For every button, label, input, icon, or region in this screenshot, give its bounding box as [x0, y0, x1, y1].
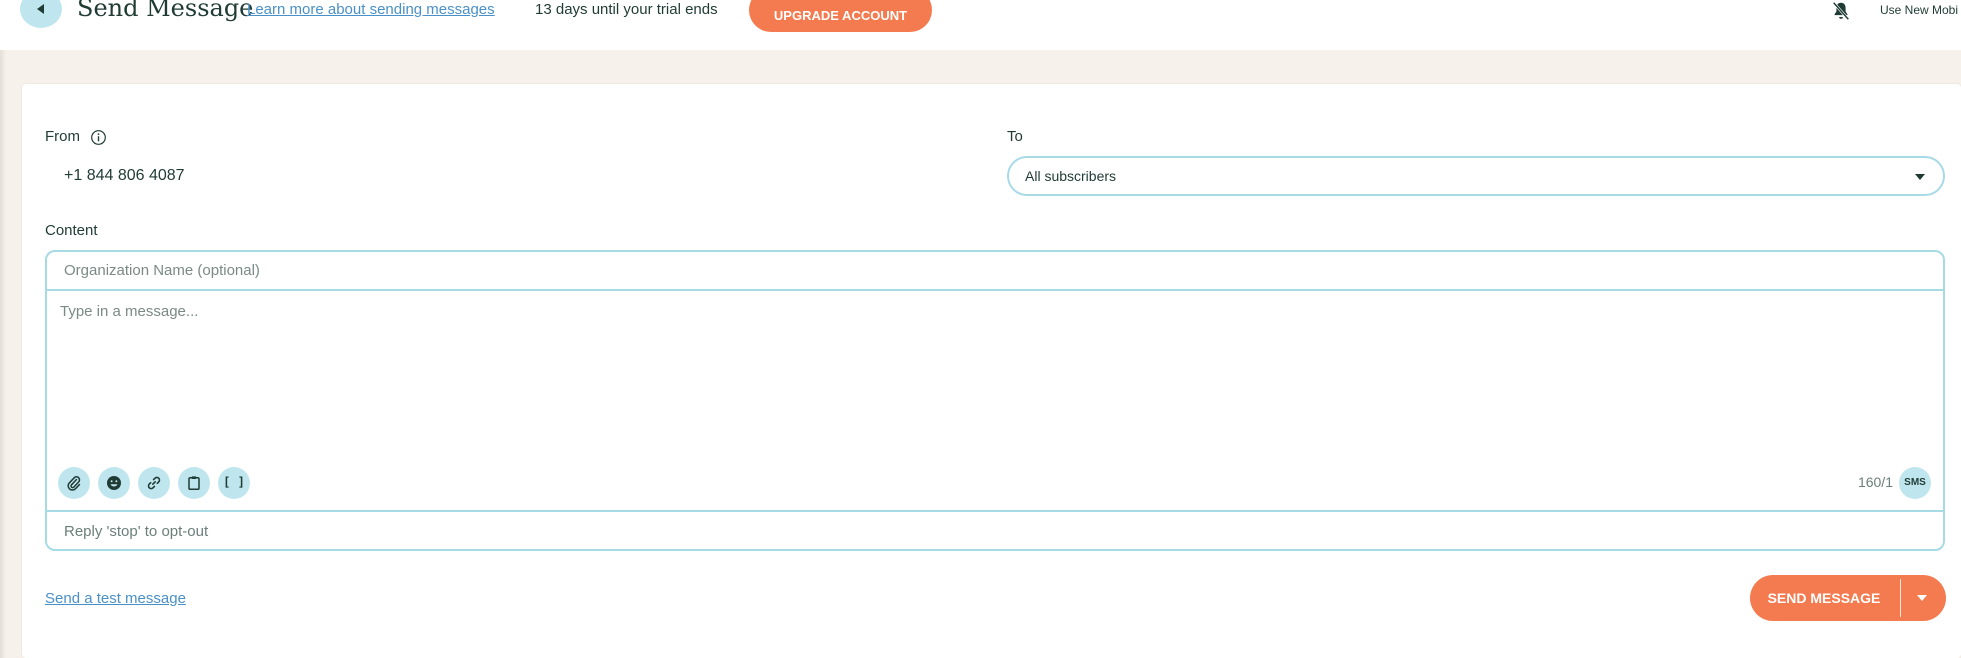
character-counter: 160/1: [1857, 474, 1893, 490]
notifications-off-bell-icon[interactable]: [1830, 0, 1852, 22]
top-header: Send Message Learn more about sending me…: [0, 0, 1961, 50]
send-options-dropdown[interactable]: [1901, 575, 1946, 621]
page-title: Send Message: [77, 0, 254, 22]
from-label: From: [45, 128, 80, 145]
chevron-down-icon: [1915, 174, 1925, 180]
link-icon: [147, 476, 161, 490]
to-label: To: [1007, 128, 1023, 145]
sidebar-edge: [0, 0, 6, 658]
emoji-icon: [107, 476, 121, 490]
content-editor: [ ] 160/1 SMS Reply 'stop' to opt-out: [45, 250, 1945, 551]
message-textarea[interactable]: [47, 291, 1943, 416]
trial-status-text: 13 days until your trial ends: [535, 1, 718, 18]
info-icon[interactable]: [90, 129, 107, 146]
paperclip-icon: [67, 476, 81, 491]
merge-fields-button[interactable]: [ ]: [218, 467, 250, 499]
send-message-split-button: SEND MESSAGE: [1750, 575, 1946, 621]
organization-name-input[interactable]: [47, 252, 1943, 291]
use-new-mobile-toggle-label[interactable]: Use New Mobi: [1880, 3, 1958, 17]
sms-badge: SMS: [1899, 467, 1931, 499]
send-test-message-link[interactable]: Send a test message: [45, 590, 186, 607]
insert-link-button[interactable]: [138, 467, 170, 499]
brackets-icon: [ ]: [223, 475, 245, 489]
upgrade-account-button[interactable]: UPGRADE ACCOUNT: [749, 0, 932, 32]
optout-text: Reply 'stop' to opt-out: [64, 523, 209, 540]
page: Send Message Learn more about sending me…: [0, 0, 1961, 658]
optout-footer: Reply 'stop' to opt-out: [47, 510, 1943, 549]
from-phone-number: +1 844 806 4087: [64, 167, 185, 184]
to-recipients-select[interactable]: All subscribers: [1007, 156, 1945, 196]
content-label: Content: [45, 222, 98, 239]
clipboard-icon: [188, 476, 200, 491]
templates-button[interactable]: [178, 467, 210, 499]
emoji-button[interactable]: [98, 467, 130, 499]
send-message-button[interactable]: SEND MESSAGE: [1750, 575, 1900, 621]
attach-file-button[interactable]: [58, 467, 90, 499]
chevron-down-icon: [1917, 595, 1927, 601]
learn-more-link[interactable]: Learn more about sending messages: [247, 1, 495, 18]
back-button[interactable]: [20, 0, 62, 28]
to-selected-value: All subscribers: [1025, 168, 1117, 184]
back-arrow-icon: [37, 4, 44, 14]
